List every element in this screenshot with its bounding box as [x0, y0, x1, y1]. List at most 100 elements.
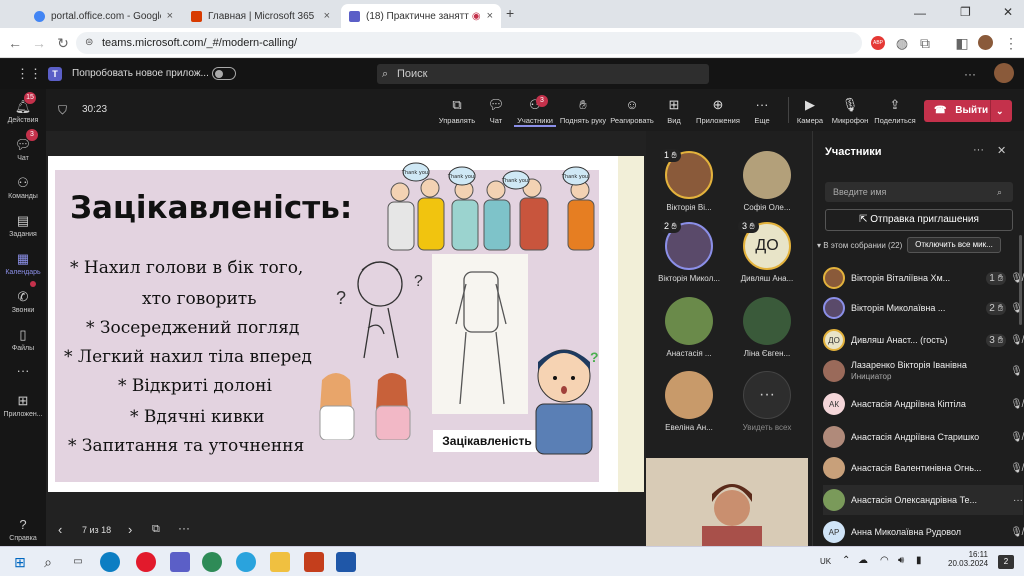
participant-row[interactable]: ДО Дивляш Анаст... (гость) 3 ✋︎ 🎙︎̸: [823, 325, 1023, 355]
mic-muted-icon[interactable]: 🎙︎̸: [1010, 527, 1023, 538]
forward-icon[interactable]: →: [30, 34, 48, 52]
opera-icon[interactable]: [136, 552, 156, 572]
chevron-up-icon[interactable]: ⌃: [842, 555, 850, 566]
maximize-icon[interactable]: ❐: [960, 5, 971, 19]
participant-row[interactable]: Вікторія Віталіївна Хм... 1 ✋︎ 🎙︎̸: [823, 263, 1023, 293]
chrome-icon[interactable]: [202, 552, 222, 572]
participant-tile[interactable]: 1 ✋︎ Вікторія Ві...: [652, 149, 726, 212]
rail-item-chat[interactable]: 💬︎ Чат: [0, 137, 46, 162]
more-button[interactable]: ··· Еще: [740, 97, 784, 125]
battery-icon[interactable]: ▮: [916, 555, 922, 566]
participant-tile[interactable]: Евеліна Ан...: [652, 371, 726, 432]
search-icon[interactable]: ⌕: [38, 552, 58, 572]
name-search-input[interactable]: Введите имя ⌕: [825, 182, 1013, 202]
participant-row[interactable]: Анастасія Олександрівна Те... ···: [823, 485, 1023, 515]
minimize-icon[interactable]: —: [914, 6, 926, 20]
participant-tile[interactable]: Софія Оле...: [730, 151, 804, 212]
participant-row[interactable]: Вікторія Миколаївна ... 2 ✋︎ 🎙︎: [823, 293, 1023, 323]
app-launcher-icon[interactable]: ⋮⋮: [16, 66, 42, 82]
rail-item-teams[interactable]: ⚇ Команды: [0, 175, 46, 200]
edge-icon[interactable]: [100, 552, 120, 572]
apps-button[interactable]: ⊕ Приложения: [696, 97, 740, 125]
raise-hand-button[interactable]: ✋︎ Поднять руку: [558, 97, 608, 125]
participant-tile[interactable]: Ліна Євген...: [730, 297, 804, 358]
globe-extension-icon[interactable]: ◍: [893, 34, 911, 52]
manage-button[interactable]: ⧉ Управлять: [435, 97, 479, 125]
mic-button[interactable]: 🎙︎ Микрофон: [828, 97, 872, 125]
clock[interactable]: 16:11 20.03.2024: [948, 550, 988, 568]
rail-item-help[interactable]: ? Справка: [0, 517, 46, 542]
rail-item-calendar[interactable]: ▦ Календарь: [0, 251, 46, 276]
word-icon[interactable]: [336, 552, 356, 572]
mic-icon[interactable]: 🎙︎: [1010, 366, 1023, 377]
participant-tile[interactable]: Анастасія ...: [652, 297, 726, 358]
user-avatar[interactable]: [994, 63, 1014, 83]
participant-row[interactable]: АК Анастасія Андріївна Кіптіла 🎙︎̸: [823, 389, 1023, 419]
file-explorer-icon[interactable]: [270, 552, 290, 572]
thumbnails-icon[interactable]: ⧉: [152, 523, 160, 536]
try-new-teams-toggle[interactable]: [212, 67, 236, 80]
mute-all-button[interactable]: Отключить все мик...: [907, 237, 1001, 253]
see-all-button[interactable]: ··· Увидеть всех: [730, 371, 804, 432]
close-window-icon[interactable]: ✕: [1003, 5, 1013, 19]
reload-icon[interactable]: ↻: [54, 34, 72, 52]
volume-icon[interactable]: 🔊︎: [898, 555, 904, 566]
leave-button[interactable]: ☎ Выйти ⌄: [924, 100, 1012, 122]
close-tab-icon[interactable]: ×: [487, 10, 493, 22]
profile-avatar[interactable]: [978, 35, 993, 50]
panel-more-icon[interactable]: ···: [973, 144, 984, 156]
site-info-icon[interactable]: ⊜: [85, 32, 93, 54]
rail-item-more[interactable]: ···: [0, 363, 46, 381]
slide-more-icon[interactable]: ···: [178, 521, 190, 535]
participant-row[interactable]: Анастасія Андріївна Старишко 🎙︎̸: [823, 422, 1023, 452]
participant-tile[interactable]: ДО 3 ✋︎ Дивляш Ана...: [730, 220, 804, 283]
rail-item-activity[interactable]: 🔔︎ Действия: [0, 99, 46, 124]
participant-tile[interactable]: 2 ✋︎ Вікторія Микол...: [652, 220, 726, 283]
rail-item-calls[interactable]: ✆ Звонки: [0, 289, 46, 314]
search-input[interactable]: ⌕ Поиск: [377, 64, 709, 84]
prev-slide-icon[interactable]: ‹: [58, 522, 62, 537]
mic-muted-icon[interactable]: 🎙︎̸: [1010, 399, 1023, 410]
new-tab-button[interactable]: +: [506, 5, 514, 21]
rail-item-apps[interactable]: ⊞ Приложен...: [0, 393, 46, 418]
more-options-icon[interactable]: ···: [964, 67, 976, 81]
browser-tab[interactable]: Главная | Microsoft 365 ×: [183, 4, 338, 28]
next-slide-icon[interactable]: ›: [128, 522, 132, 537]
participant-row[interactable]: АР Анна Миколаївна Рудовол 🎙︎̸: [823, 517, 1023, 547]
view-button[interactable]: ⊞ Вид: [652, 97, 696, 125]
telegram-icon[interactable]: [236, 552, 256, 572]
adblock-extension-icon[interactable]: ABP: [871, 36, 885, 50]
cloud-icon[interactable]: ☁︎: [858, 555, 868, 566]
mic-muted-icon[interactable]: 🎙︎̸: [1010, 463, 1023, 474]
rail-item-files[interactable]: ▯ Файлы: [0, 327, 46, 352]
sidepanel-icon[interactable]: ◧: [953, 34, 971, 52]
notification-badge[interactable]: 2: [998, 555, 1014, 569]
mic-muted-icon[interactable]: 🎙︎̸: [1010, 273, 1023, 284]
react-button[interactable]: ☺ Реагировать: [610, 97, 654, 125]
participant-row[interactable]: Лазаренко Вікторія Іванівна Инициатор 🎙︎: [823, 356, 1023, 386]
browser-tab[interactable]: portal.office.com - Google Sear ×: [26, 4, 181, 28]
teams-taskbar-icon[interactable]: [170, 552, 190, 572]
address-bar[interactable]: ⊜ teams.microsoft.com/_#/modern-calling/: [76, 32, 862, 54]
powerpoint-icon[interactable]: [304, 552, 324, 572]
more-options-icon[interactable]: ···: [1013, 495, 1023, 506]
language-indicator[interactable]: UK: [820, 557, 831, 566]
section-header[interactable]: ▾ В этом собрании (22): [817, 241, 902, 250]
participant-row[interactable]: Анастасія Валентинівна Огнь... 🎙︎̸: [823, 453, 1023, 483]
extensions-icon[interactable]: ⧉: [916, 34, 934, 52]
back-icon[interactable]: ←: [6, 34, 24, 52]
task-view-icon[interactable]: ▭: [68, 552, 88, 572]
camera-button[interactable]: ▶︎ Камера: [788, 97, 832, 125]
close-panel-icon[interactable]: ✕: [997, 144, 1006, 157]
participants-button[interactable]: ⚇ Участники: [514, 97, 556, 127]
chevron-down-icon[interactable]: ⌄: [996, 100, 1004, 122]
invite-button[interactable]: ⇱ Отправка приглашения: [825, 209, 1013, 231]
mic-muted-icon[interactable]: 🎙︎̸: [1010, 432, 1023, 443]
rail-item-assignments[interactable]: ▤ Задания: [0, 213, 46, 238]
menu-kebab-icon[interactable]: ⋮: [1002, 34, 1020, 52]
close-tab-icon[interactable]: ×: [324, 10, 330, 22]
wifi-icon[interactable]: ◠: [880, 555, 889, 566]
browser-tab-active[interactable]: (18) Практичне заняття: На ◉ ×: [341, 4, 501, 28]
chat-button[interactable]: 💬︎ Чат: [474, 97, 518, 125]
windows-start-icon[interactable]: ⊞: [10, 552, 30, 572]
